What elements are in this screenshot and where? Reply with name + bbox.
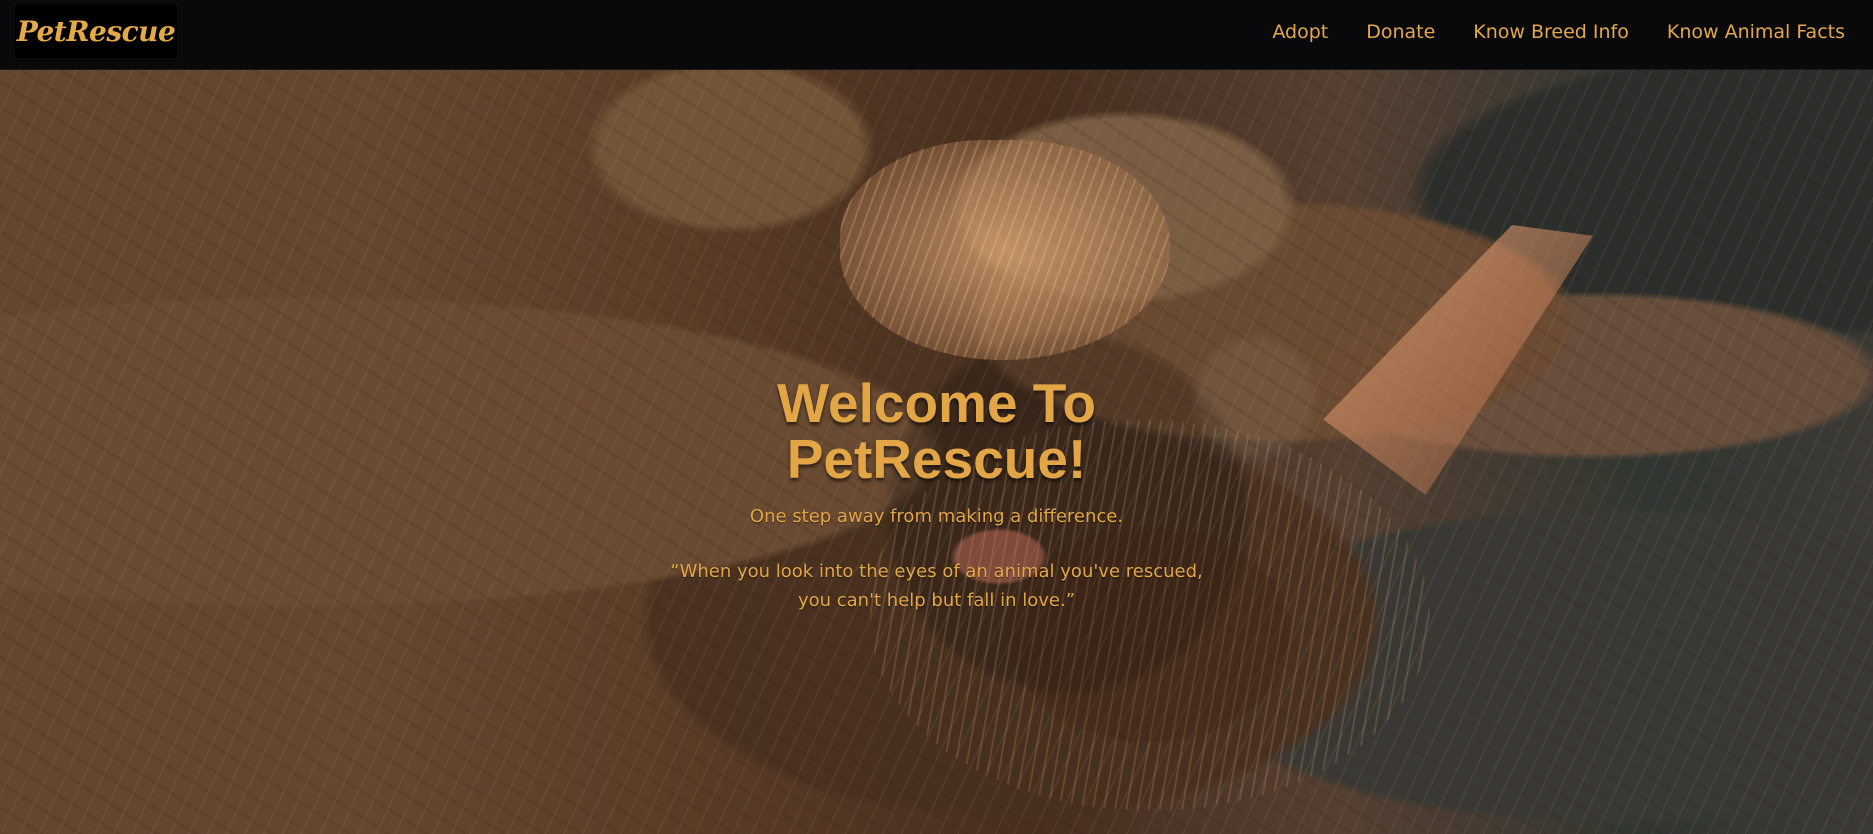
nav-link-know-animal-facts[interactable]: Know Animal Facts: [1667, 22, 1845, 42]
welcome-heading: Welcome To PetRescue!: [777, 372, 1096, 490]
hero-text-content: Welcome To PetRescue! One step away from…: [0, 375, 1873, 615]
nav-link-donate[interactable]: Donate: [1366, 22, 1435, 42]
nav-link-know-breed-info[interactable]: Know Breed Info: [1473, 22, 1629, 42]
top-navigation-bar: PetRescue Adopt Donate Know Breed Info K…: [0, 0, 1873, 70]
rescue-quote: “When you look into the eyes of an anima…: [670, 561, 1203, 611]
petrescue-logo[interactable]: PetRescue: [17, 17, 176, 46]
hero-subtitle: One step away from making a difference.: [749, 506, 1124, 527]
nav-link-adopt[interactable]: Adopt: [1272, 22, 1328, 42]
petrescue-home-page: PetRescue Adopt Donate Know Breed Info K…: [0, 0, 1873, 834]
brand-logo-container[interactable]: PetRescue: [15, 5, 177, 58]
main-navigation: Adopt Donate Know Breed Info Know Animal…: [1272, 0, 1845, 64]
cat-paw-background-detail: [840, 140, 1170, 360]
hero-banner: Welcome To PetRescue! One step away from…: [0, 70, 1873, 834]
